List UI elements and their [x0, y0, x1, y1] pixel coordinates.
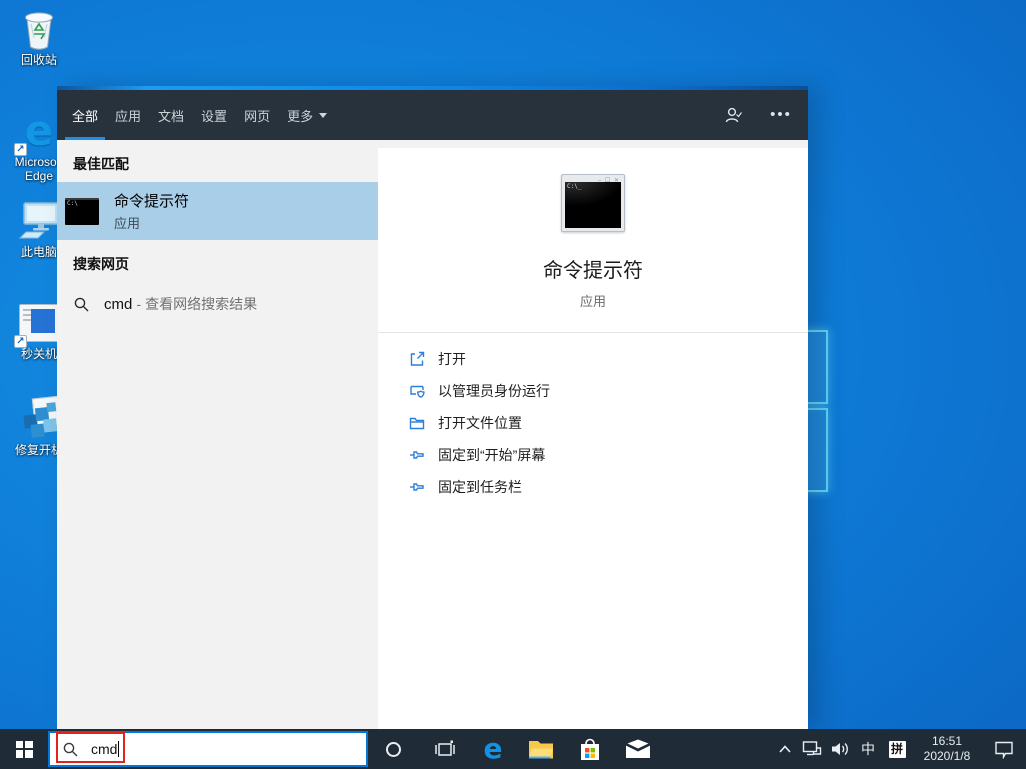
command-prompt-icon	[65, 197, 99, 225]
web-search-text: cmd - 查看网络搜索结果	[104, 296, 258, 313]
web-search-result-cmd[interactable]: cmd - 查看网络搜索结果	[57, 284, 378, 324]
taskbar: cmd e 中 拼 16:51 2020/1/8	[0, 729, 1026, 769]
preview-app-title: 命令提示符	[543, 260, 643, 282]
search-flyout-panel: 全部 应用 文档 设置 网页 更多 ••• 最佳匹配 C:\ 命令提示符 应用 …	[57, 86, 808, 729]
results-list-pane: 最佳匹配 命令提示符 应用 搜索网页 cmd - 查看网络搜索结果	[57, 140, 378, 729]
folder-icon	[529, 741, 553, 759]
search-results-body: 最佳匹配 命令提示符 应用 搜索网页 cmd - 查看网络搜索结果	[57, 140, 808, 729]
speaker-icon	[832, 743, 848, 755]
tab-apps[interactable]: 应用	[111, 90, 145, 140]
desktop-icon-label: 秒关机	[20, 347, 57, 361]
action-pin-to-taskbar[interactable]: 固定到任务栏	[408, 471, 808, 503]
recycle-bin-icon	[16, 6, 62, 52]
preview-divider	[378, 332, 808, 333]
search-filter-header: 全部 应用 文档 设置 网页 更多 •••	[57, 90, 808, 140]
system-tray: 中 拼 16:51 2020/1/8	[772, 729, 1026, 769]
clock[interactable]: 16:51 2020/1/8	[912, 729, 982, 769]
chevron-down-icon	[319, 112, 328, 118]
preview-actions: 打开 以管理员身份运行 打开文件位置 固定到“开始”屏幕 固定到任务栏	[378, 343, 808, 503]
chevron-up-icon	[779, 745, 791, 753]
ime-language-indicator[interactable]: 中	[854, 729, 882, 769]
action-open[interactable]: 打开	[408, 343, 808, 375]
shield-icon	[410, 385, 425, 398]
shortcut-arrow-icon: ↗	[14, 143, 27, 156]
network-icon	[802, 741, 822, 756]
desktop-icon-recycle-bin[interactable]: 回收站	[0, 6, 78, 68]
pin-icon	[410, 483, 424, 491]
tab-web[interactable]: 网页	[240, 90, 274, 140]
tab-settings[interactable]: 设置	[197, 90, 231, 140]
boot-repair-icon	[16, 395, 62, 442]
tab-documents[interactable]: 文档	[154, 90, 188, 140]
store-icon	[581, 738, 599, 760]
tab-all[interactable]: 全部	[64, 90, 106, 140]
web-search-hint: - 查看网络搜索结果	[136, 296, 258, 312]
pin-icon	[410, 451, 424, 459]
mail-button[interactable]	[614, 729, 662, 769]
this-pc-icon	[16, 198, 62, 244]
search-web-header: 搜索网页	[73, 256, 129, 272]
microsoft-store-button[interactable]	[566, 729, 614, 769]
best-match-header: 最佳匹配	[73, 156, 129, 172]
more-options-icon[interactable]: •••	[770, 104, 792, 126]
quick-shutdown-icon: ↗	[14, 300, 62, 348]
action-center-icon	[995, 741, 1013, 759]
search-icon	[63, 742, 78, 756]
command-prompt-icon-large: – ☐ ✕	[561, 174, 625, 232]
cortana-icon	[385, 741, 401, 757]
windows-logo-icon	[15, 740, 33, 758]
action-center-button[interactable]	[982, 729, 1026, 769]
clock-time: 16:51	[931, 734, 963, 748]
volume-button[interactable]	[826, 729, 854, 769]
cortana-button[interactable]	[369, 729, 417, 769]
desktop-icon-label: 此电脑	[20, 245, 57, 259]
shortcut-arrow-icon: ↗	[14, 335, 27, 348]
folder-icon	[409, 417, 425, 430]
clock-date: 2020/1/8	[923, 749, 971, 763]
taskbar-search-input[interactable]: cmd	[48, 731, 368, 767]
tab-more[interactable]: 更多	[283, 90, 331, 140]
task-view-button[interactable]	[421, 729, 469, 769]
open-icon	[410, 351, 425, 366]
preview-pane: – ☐ ✕ 命令提示符 应用 打开	[378, 140, 808, 729]
action-pin-to-start[interactable]: 固定到“开始”屏幕	[408, 439, 808, 471]
action-open-file-location[interactable]: 打开文件位置	[408, 407, 808, 439]
ime-mode-indicator[interactable]: 拼	[882, 729, 912, 769]
desktop-icon-label: 修复开机	[14, 443, 63, 457]
user-signin-icon[interactable]	[722, 104, 744, 126]
preview-app-type: 应用	[579, 294, 606, 309]
task-view-icon	[435, 740, 455, 756]
best-match-result-command-prompt[interactable]: 命令提示符 应用	[57, 182, 378, 240]
edge-icon: e	[483, 732, 503, 765]
search-icon	[74, 297, 89, 311]
edge-taskbar-button[interactable]: e	[469, 729, 517, 769]
desktop-icon-label: 回收站	[20, 53, 57, 67]
action-run-as-administrator[interactable]: 以管理员身份运行	[408, 375, 808, 407]
edge-icon: e ↗	[14, 108, 62, 156]
mail-icon	[625, 739, 651, 758]
result-subtitle: 应用	[114, 216, 141, 231]
text-cursor	[118, 741, 120, 757]
search-filter-tabs: 全部 应用 文档 设置 网页 更多	[64, 90, 340, 140]
result-title: 命令提示符	[114, 193, 190, 210]
search-query-text: cmd	[91, 741, 118, 757]
tray-expand-button[interactable]	[772, 729, 798, 769]
start-button[interactable]	[0, 729, 48, 769]
file-explorer-button[interactable]	[517, 729, 565, 769]
network-status-button[interactable]	[798, 729, 826, 769]
